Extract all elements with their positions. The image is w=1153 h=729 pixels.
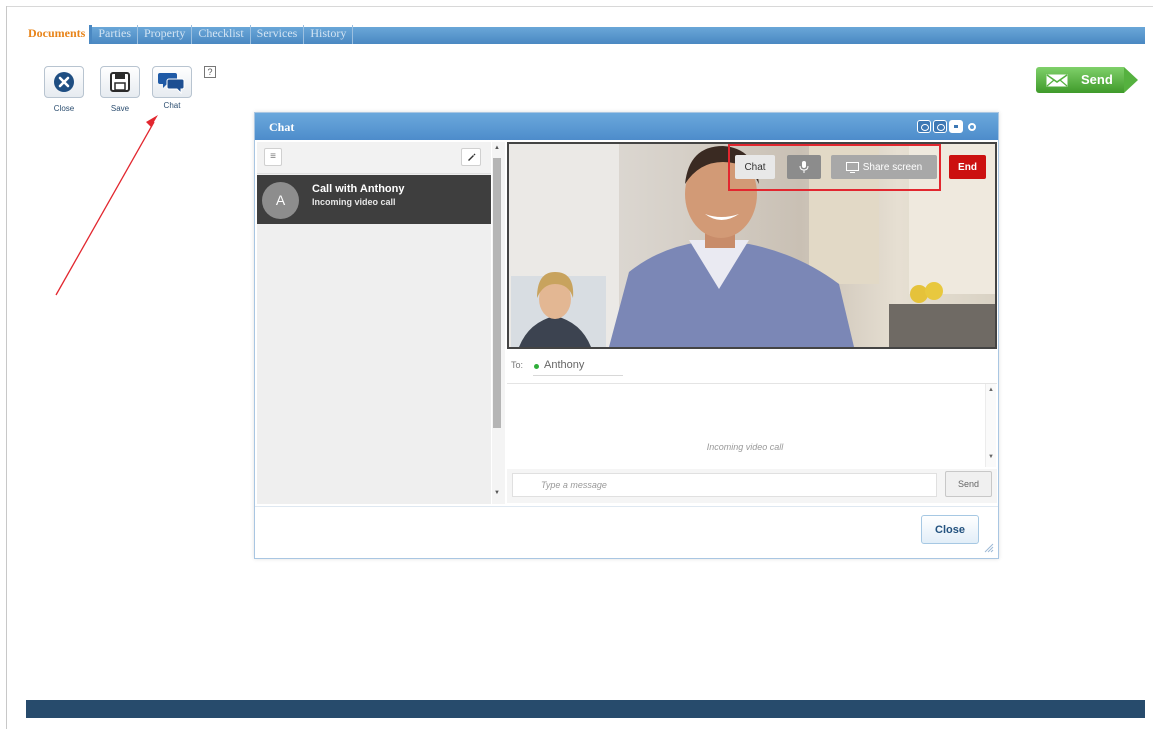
conversation-list-toolbar: ≡ [257,142,491,174]
avatar: A [262,182,299,219]
compose-pencil-icon[interactable] [461,148,481,166]
window-close-icon[interactable] [968,122,976,131]
close-chat-button[interactable]: Close [921,515,979,544]
send-button-label: Send [1081,72,1113,87]
share-screen-button[interactable]: Share screen [831,155,937,179]
conversation-list-panel: ≡ A Call with Anthony Incoming video cal… [257,142,491,504]
share-screen-label: Share screen [862,161,923,173]
to-label: To: [511,360,524,370]
microphone-icon [799,161,809,173]
compose-bar: Send [507,469,997,503]
scroll-down-icon[interactable]: ▼ [494,490,500,496]
scroll-up-icon[interactable]: ▲ [988,387,994,393]
send-button-tip [1124,67,1138,93]
tab-services[interactable]: Services [251,25,305,44]
conversation-title: Call with Anthony [312,183,405,195]
window-controls [917,120,976,133]
send-message-button[interactable]: Send [945,471,992,497]
send-button[interactable]: Send [1036,67,1140,93]
annotation-arrow [55,115,158,296]
tab-history[interactable]: History [304,25,354,44]
online-status-icon [534,364,539,369]
recipient-underline [533,375,623,376]
scrollbar-thumb[interactable] [493,158,501,428]
video-chat-button[interactable]: Chat [735,155,775,179]
message-input[interactable] [512,473,937,497]
chat-window-header[interactable]: Chat [255,113,998,140]
recipient-name: Anthony [544,359,585,371]
footer-bar [26,700,1145,718]
restore-icon[interactable] [933,120,947,133]
minimize-icon[interactable] [917,120,931,133]
end-call-button[interactable]: End [949,155,986,179]
system-message: Incoming video call [706,442,784,452]
microphone-button[interactable] [787,155,821,179]
recipient-row: To: Anthony [507,353,997,377]
conversation-status: Incoming video call [312,197,396,207]
tab-checklist[interactable]: Checklist [192,25,251,44]
chat-window-title: Chat [269,120,295,134]
help-icon[interactable]: ? [204,66,216,78]
scroll-down-icon[interactable]: ▼ [988,454,994,460]
message-scrollbar[interactable]: ▲ ▼ [985,384,996,467]
scroll-up-icon[interactable]: ▲ [494,145,500,151]
monitor-icon [845,161,859,173]
envelope-icon [1046,74,1068,87]
chat-window-footer: Close [255,506,998,558]
menu-icon[interactable]: ≡ [264,148,282,166]
video-feed: Chat Share screen End [507,142,997,349]
maximize-icon[interactable] [949,120,963,133]
resize-grip-icon[interactable] [984,543,994,553]
conversation-list-scrollbar[interactable]: ▲ ▼ [492,142,505,504]
message-history: Incoming video call ▲ ▼ [507,383,997,467]
chat-window: Chat ≡ A Call with Anthony Incoming vide… [254,112,999,559]
conversation-item[interactable]: A Call with Anthony Incoming video call [257,175,491,224]
